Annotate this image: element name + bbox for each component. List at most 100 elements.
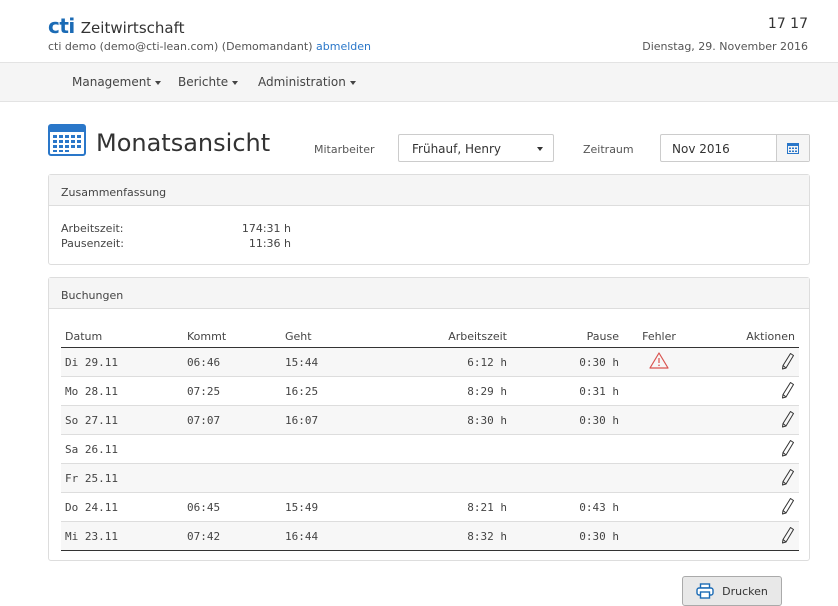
chevron-down-icon xyxy=(537,147,543,151)
user-text: cti demo (demo@cti-lean.com) (Demomandan… xyxy=(48,40,313,53)
cell-geht xyxy=(281,463,379,493)
cell-pause xyxy=(511,463,623,493)
col-aktionen: Aktionen xyxy=(691,325,799,348)
cell-arbeitszeit: 8:32 h xyxy=(379,521,511,551)
main-navbar: Management Berichte Administration xyxy=(0,62,838,102)
cell-fehler xyxy=(623,463,691,493)
mitarbeiter-select[interactable]: Frühauf, Henry xyxy=(398,134,554,162)
cell-arbeitszeit xyxy=(379,434,511,464)
clock: 17 17 xyxy=(767,16,808,32)
table-row: Sa 26.11 xyxy=(61,434,799,464)
nav-administration[interactable]: Administration xyxy=(258,75,356,89)
col-arbeitszeit[interactable]: Arbeitszeit xyxy=(379,325,511,348)
cell-datum: Mo 28.11 xyxy=(61,376,183,406)
cell-datum: Do 24.11 xyxy=(61,492,183,522)
zeitraum-value: Nov 2016 xyxy=(672,142,730,156)
cell-geht: 16:07 xyxy=(281,405,379,435)
cell-aktionen xyxy=(691,405,799,435)
table-row: Mi 23.11 07:42 16:44 8:32 h 0:30 h xyxy=(61,521,799,551)
page-title: Monatsansicht xyxy=(96,129,271,157)
cell-fehler xyxy=(623,521,691,551)
pencil-icon[interactable] xyxy=(781,410,795,428)
cell-aktionen xyxy=(691,347,799,377)
cell-geht: 15:49 xyxy=(281,492,379,522)
caret-down-icon xyxy=(349,80,356,85)
logout-link[interactable]: abmelden xyxy=(316,40,371,53)
brand: cti Zeitwirtschaft xyxy=(48,14,184,38)
nav-berichte[interactable]: Berichte xyxy=(178,75,239,89)
table-row: So 27.11 07:07 16:07 8:30 h 0:30 h xyxy=(61,405,799,435)
cell-kommt xyxy=(183,463,281,493)
cell-arbeitszeit: 6:12 h xyxy=(379,347,511,377)
pencil-icon[interactable] xyxy=(781,526,795,544)
pencil-icon[interactable] xyxy=(781,468,795,486)
pencil-icon[interactable] xyxy=(781,381,795,399)
summary-title: Zusammenfassung xyxy=(49,175,809,206)
calendar-small-icon xyxy=(787,142,799,154)
datepicker-button[interactable] xyxy=(776,135,809,161)
cell-kommt: 06:45 xyxy=(183,492,281,522)
cell-aktionen xyxy=(691,434,799,464)
app-header: cti Zeitwirtschaft cti demo (demo@cti-le… xyxy=(0,0,838,62)
pencil-icon[interactable] xyxy=(781,439,795,457)
cell-aktionen xyxy=(691,492,799,522)
cell-aktionen xyxy=(691,463,799,493)
cti-logo: cti xyxy=(48,14,75,38)
nav-administration-label: Administration xyxy=(258,75,346,89)
cell-datum: Mi 23.11 xyxy=(61,521,183,551)
table-row: Fr 25.11 xyxy=(61,463,799,493)
cell-fehler xyxy=(623,434,691,464)
cell-fehler xyxy=(623,492,691,522)
col-geht[interactable]: Geht xyxy=(281,325,379,348)
title-row: Monatsansicht Mitarbeiter Frühauf, Henry… xyxy=(48,124,810,164)
cell-pause: 0:30 h xyxy=(511,347,623,377)
cell-fehler xyxy=(623,347,691,377)
cell-datum: So 27.11 xyxy=(61,405,183,435)
cell-arbeitszeit xyxy=(379,463,511,493)
cell-pause: 0:30 h xyxy=(511,521,623,551)
pausenzeit-value: 11:36 h xyxy=(248,237,291,250)
pausenzeit-label: Pausenzeit: xyxy=(61,237,124,250)
printer-icon xyxy=(696,583,714,599)
cell-arbeitszeit: 8:29 h xyxy=(379,376,511,406)
cell-arbeitszeit: 8:30 h xyxy=(379,405,511,435)
col-fehler[interactable]: Fehler xyxy=(623,325,691,348)
cell-pause xyxy=(511,434,623,464)
cell-aktionen xyxy=(691,376,799,406)
cell-kommt: 07:07 xyxy=(183,405,281,435)
table-row: Mo 28.11 07:25 16:25 8:29 h 0:31 h xyxy=(61,376,799,406)
summary-panel: Zusammenfassung Arbeitszeit: 174:31 h Pa… xyxy=(48,174,810,265)
cell-fehler xyxy=(623,405,691,435)
app-name: Zeitwirtschaft xyxy=(80,19,185,37)
current-date: Dienstag, 29. November 2016 xyxy=(642,40,808,53)
cell-geht: 16:25 xyxy=(281,376,379,406)
pencil-icon[interactable] xyxy=(781,352,795,370)
arbeitszeit-label: Arbeitszeit: xyxy=(61,222,124,235)
cell-aktionen xyxy=(691,521,799,551)
pencil-icon[interactable] xyxy=(781,497,795,515)
nav-management-label: Management xyxy=(72,75,152,89)
cell-geht xyxy=(281,434,379,464)
cell-datum: Di 29.11 xyxy=(61,347,183,377)
cell-kommt: 07:25 xyxy=(183,376,281,406)
mitarbeiter-label: Mitarbeiter xyxy=(314,143,375,156)
cell-fehler xyxy=(623,376,691,406)
col-pause[interactable]: Pause xyxy=(511,325,623,348)
bookings-panel: Buchungen Datum Kommt Geht Arbeitszeit P… xyxy=(48,277,810,561)
warning-icon[interactable] xyxy=(649,352,669,369)
caret-down-icon xyxy=(232,80,239,85)
print-button[interactable]: Drucken xyxy=(682,576,782,606)
mitarbeiter-value: Frühauf, Henry xyxy=(412,142,502,156)
zeitraum-input[interactable]: Nov 2016 xyxy=(660,134,810,162)
col-datum[interactable]: Datum xyxy=(61,325,183,348)
cell-pause: 0:31 h xyxy=(511,376,623,406)
user-info: cti demo (demo@cti-lean.com) (Demomandan… xyxy=(48,40,371,53)
cell-geht: 16:44 xyxy=(281,521,379,551)
caret-down-icon xyxy=(155,80,162,85)
cell-kommt: 07:42 xyxy=(183,521,281,551)
cell-kommt: 06:46 xyxy=(183,347,281,377)
nav-management[interactable]: Management xyxy=(72,75,162,89)
col-kommt[interactable]: Kommt xyxy=(183,325,281,348)
cell-geht: 15:44 xyxy=(281,347,379,377)
print-button-label: Drucken xyxy=(722,584,768,598)
